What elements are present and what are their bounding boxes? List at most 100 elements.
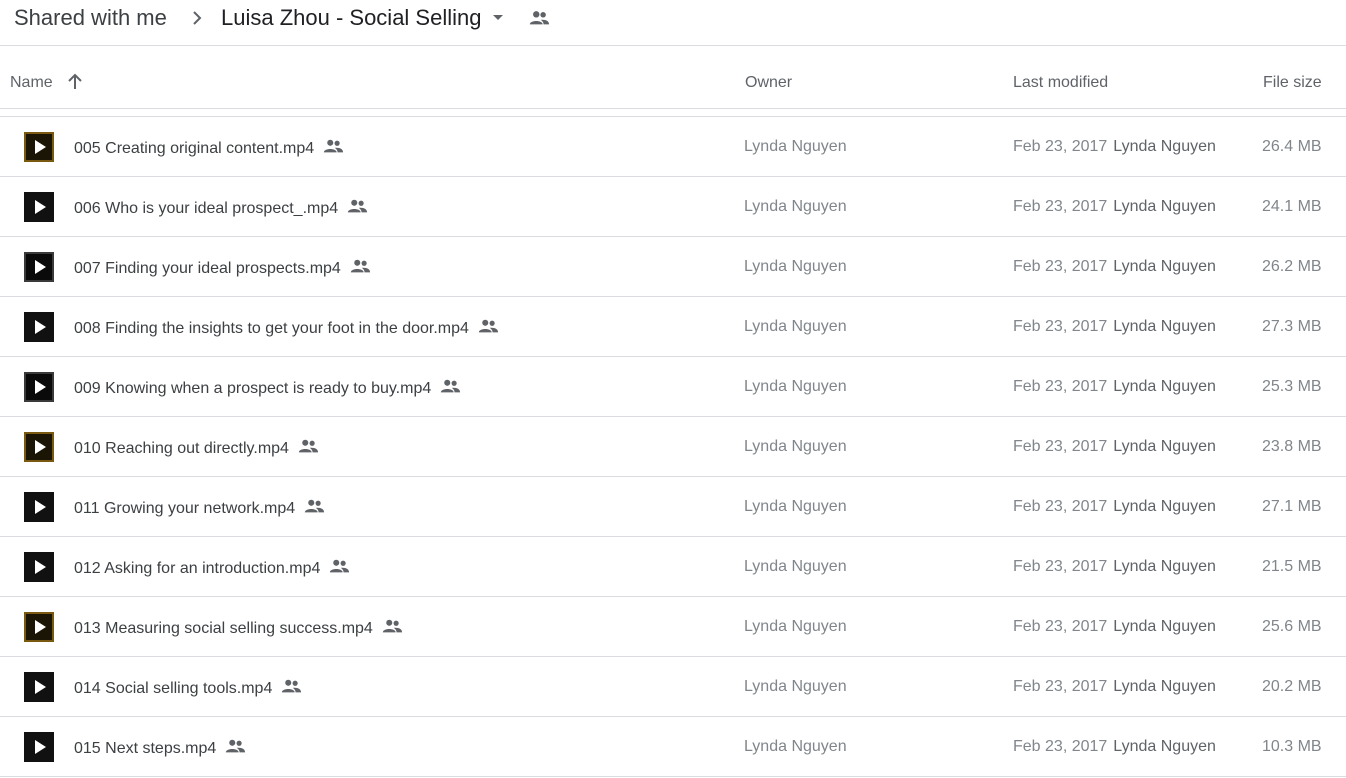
file-name-text: 014 Social selling tools.mp4: [74, 680, 273, 697]
caret-down-icon[interactable]: [490, 8, 506, 26]
file-name-text: 008 Finding the insights to get your foo…: [74, 320, 469, 337]
breadcrumb-shared-with-me[interactable]: Shared with me: [14, 4, 167, 32]
shared-icon: [382, 619, 402, 633]
file-row[interactable]: 015 Next steps.mp4 Lynda Nguyen Feb 23, 20…: [0, 717, 1346, 777]
video-thumbnail: [24, 492, 54, 522]
file-row[interactable]: 008 Finding the insights to get your foo…: [0, 297, 1346, 357]
modified-date: Feb 23, 2017: [1013, 318, 1108, 335]
file-last-modified: Feb 23, 2017 Lynda Nguyen: [1013, 498, 1216, 516]
file-size: 20.2 MB: [1262, 678, 1322, 695]
play-icon: [35, 320, 46, 334]
play-icon: [35, 680, 46, 694]
shared-folder-icon: [529, 11, 550, 25]
file-size: 25.3 MB: [1262, 378, 1322, 395]
file-name[interactable]: 005 Creating original content.mp4: [74, 138, 344, 158]
file-owner: Lynda Nguyen: [744, 738, 847, 755]
video-thumbnail: [24, 552, 54, 582]
modified-by: Lynda Nguyen: [1113, 738, 1216, 755]
file-last-modified: Feb 23, 2017 Lynda Nguyen: [1013, 198, 1216, 216]
file-size: 26.4 MB: [1262, 138, 1322, 155]
file-size: 25.6 MB: [1262, 618, 1322, 635]
file-owner: Lynda Nguyen: [744, 498, 847, 515]
file-row[interactable]: 009 Knowing when a prospect is ready to …: [0, 357, 1346, 417]
column-header-row: Name Owner Last modified File size: [0, 46, 1346, 109]
file-name[interactable]: 014 Social selling tools.mp4: [74, 678, 302, 698]
modified-date: Feb 23, 2017: [1013, 678, 1108, 695]
column-header-owner: Owner: [745, 74, 793, 91]
play-icon: [35, 560, 46, 574]
file-last-modified: Feb 23, 2017 Lynda Nguyen: [1013, 318, 1216, 336]
video-thumbnail: [24, 672, 54, 702]
file-name-text: 010 Reaching out directly.mp4: [74, 440, 289, 457]
file-last-modified: Feb 23, 2017 Lynda Nguyen: [1013, 438, 1216, 456]
play-icon: [35, 140, 46, 154]
file-row[interactable]: 010 Reaching out directly.mp4 Lynda Nguye…: [0, 417, 1346, 477]
file-row[interactable]: 013 Measuring social selling success.mp4…: [0, 597, 1346, 657]
file-last-modified: Feb 23, 2017 Lynda Nguyen: [1013, 558, 1216, 576]
shared-icon: [298, 439, 319, 453]
file-row[interactable]: 006 Who is your ideal prospect_.mp4 Lynda…: [0, 177, 1346, 237]
file-owner: Lynda Nguyen: [744, 438, 847, 455]
file-name-text: 007 Finding your ideal prospects.mp4: [74, 260, 341, 277]
file-owner: Lynda Nguyen: [744, 678, 847, 695]
file-name[interactable]: 009 Knowing when a prospect is ready to …: [74, 378, 461, 398]
file-owner: Lynda Nguyen: [744, 558, 847, 575]
file-row[interactable]: 012 Asking for an introduction.mp4 Lynda …: [0, 537, 1346, 597]
modified-date: Feb 23, 2017: [1013, 618, 1108, 635]
shared-icon: [330, 559, 350, 573]
file-size: 27.3 MB: [1262, 318, 1322, 335]
modified-date: Feb 23, 2017: [1013, 738, 1108, 755]
file-last-modified: Feb 23, 2017 Lynda Nguyen: [1013, 618, 1216, 636]
file-name[interactable]: 008 Finding the insights to get your foo…: [74, 318, 499, 338]
file-owner: Lynda Nguyen: [744, 138, 847, 155]
file-size: 23.8 MB: [1262, 438, 1322, 455]
file-name[interactable]: 015 Next steps.mp4: [74, 738, 246, 758]
file-owner: Lynda Nguyen: [744, 258, 847, 275]
file-name[interactable]: 011 Growing your network.mp4: [74, 498, 325, 518]
column-header-last-modified[interactable]: Last modified: [1013, 74, 1108, 92]
breadcrumb-current-folder[interactable]: Luisa Zhou - Social Selling: [221, 4, 481, 32]
file-owner: Lynda Nguyen: [744, 318, 847, 335]
video-thumbnail: [24, 252, 54, 282]
file-name[interactable]: 007 Finding your ideal prospects.mp4: [74, 258, 371, 278]
file-size: 26.2 MB: [1262, 258, 1322, 275]
file-name[interactable]: 013 Measuring social selling success.mp4: [74, 618, 403, 638]
file-name[interactable]: 006 Who is your ideal prospect_.mp4: [74, 198, 368, 218]
file-last-modified: Feb 23, 2017 Lynda Nguyen: [1013, 738, 1216, 756]
video-thumbnail: [24, 372, 54, 402]
modified-by: Lynda Nguyen: [1113, 438, 1216, 455]
modified-date: Feb 23, 2017: [1013, 198, 1108, 215]
file-name-text: 011 Growing your network.mp4: [74, 500, 296, 517]
play-icon: [35, 500, 46, 514]
shared-icon: [350, 259, 370, 273]
modified-by: Lynda Nguyen: [1113, 198, 1216, 215]
video-thumbnail: [24, 612, 54, 642]
play-icon: [35, 380, 46, 394]
file-owner: Lynda Nguyen: [744, 198, 847, 215]
file-name-text: 012 Asking for an introduction.mp4: [74, 560, 321, 577]
modified-by: Lynda Nguyen: [1113, 318, 1216, 335]
arrow-up-icon[interactable]: [66, 73, 84, 91]
file-size: 10.3 MB: [1262, 738, 1322, 755]
file-name[interactable]: 012 Asking for an introduction.mp4: [74, 558, 350, 578]
file-size: 27.1 MB: [1262, 498, 1322, 515]
file-name-text: 015 Next steps.mp4: [74, 740, 217, 757]
video-thumbnail: [24, 312, 54, 342]
file-owner: Lynda Nguyen: [744, 378, 847, 395]
file-last-modified: Feb 23, 2017 Lynda Nguyen: [1013, 378, 1216, 396]
shared-icon: [226, 739, 246, 753]
file-row[interactable]: 007 Finding your ideal prospects.mp4 Lynd…: [0, 237, 1346, 297]
file-row[interactable]: 014 Social selling tools.mp4 Lynda Nguyen…: [0, 657, 1346, 717]
file-row[interactable]: 011 Growing your network.mp4 Lynda Nguyen…: [0, 477, 1346, 537]
shared-icon: [347, 199, 368, 213]
video-thumbnail: [24, 732, 54, 762]
column-header-name[interactable]: Name: [10, 74, 53, 92]
file-last-modified: Feb 23, 2017 Lynda Nguyen: [1013, 678, 1216, 696]
file-name-text: 013 Measuring social selling success.mp4: [74, 620, 373, 637]
shared-icon: [478, 319, 499, 333]
play-icon: [35, 620, 46, 634]
file-row[interactable]: 005 Creating original content.mp4 Lynda N…: [0, 117, 1346, 177]
play-icon: [35, 200, 46, 214]
file-name-text: 006 Who is your ideal prospect_.mp4: [74, 200, 339, 217]
file-name[interactable]: 010 Reaching out directly.mp4: [74, 438, 319, 458]
